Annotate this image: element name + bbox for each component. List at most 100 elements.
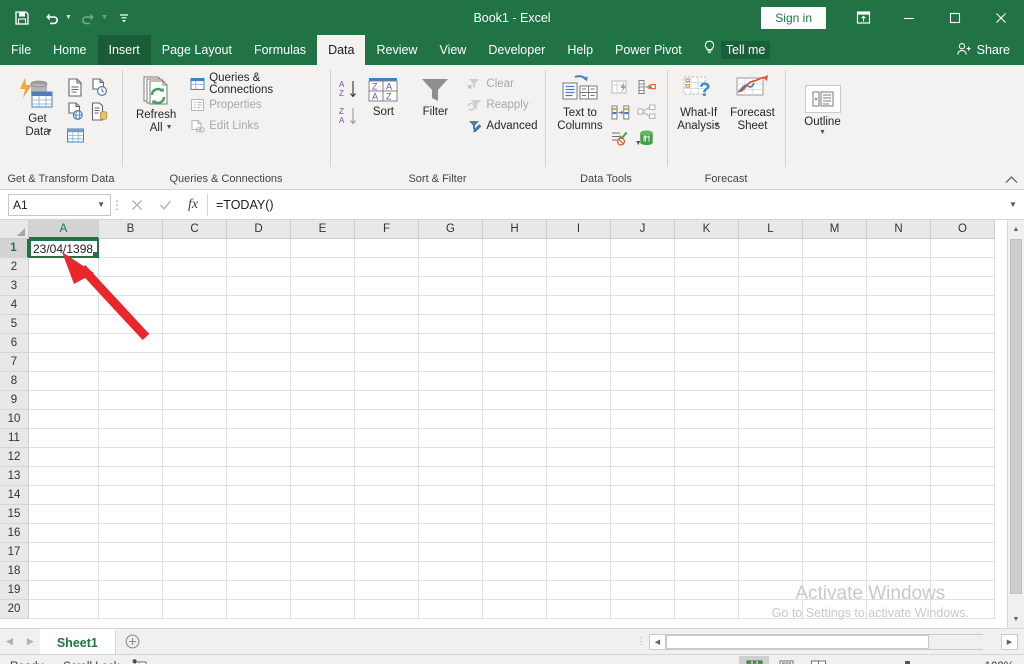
cell-h4[interactable] <box>483 296 547 315</box>
cell-a2[interactable] <box>29 258 99 277</box>
from-text-csv-icon[interactable] <box>64 75 88 99</box>
cell-c15[interactable] <box>163 505 227 524</box>
cell-i16[interactable] <box>547 524 611 543</box>
cell-j16[interactable] <box>611 524 675 543</box>
cell-n2[interactable] <box>867 258 931 277</box>
tab-data[interactable]: Data <box>317 35 366 65</box>
cell-f4[interactable] <box>355 296 419 315</box>
column-header-c[interactable]: C <box>163 220 227 239</box>
cell-i17[interactable] <box>547 543 611 562</box>
formula-input[interactable]: =TODAY() <box>207 193 1002 216</box>
cell-g6[interactable] <box>419 334 483 353</box>
cell-k1[interactable] <box>675 239 739 258</box>
row-header-4[interactable]: 4 <box>0 296 29 315</box>
cell-c11[interactable] <box>163 429 227 448</box>
refresh-all-button[interactable]: Refresh All ▼ <box>132 71 180 134</box>
cell-d4[interactable] <box>227 296 291 315</box>
cell-o6[interactable] <box>931 334 995 353</box>
cell-b6[interactable] <box>99 334 163 353</box>
cell-a8[interactable] <box>29 372 99 391</box>
cell-e4[interactable] <box>291 296 355 315</box>
cell-m20[interactable] <box>803 600 867 619</box>
cell-b13[interactable] <box>99 467 163 486</box>
cell-g13[interactable] <box>419 467 483 486</box>
cell-h2[interactable] <box>483 258 547 277</box>
cell-m9[interactable] <box>803 391 867 410</box>
cell-n9[interactable] <box>867 391 931 410</box>
ribbon-display-options-icon[interactable] <box>840 0 886 35</box>
cell-m1[interactable] <box>803 239 867 258</box>
customize-qat-icon[interactable] <box>110 5 138 31</box>
cell-g14[interactable] <box>419 486 483 505</box>
sign-in-button[interactable]: Sign in <box>761 6 826 29</box>
cell-h19[interactable] <box>483 581 547 600</box>
cell-o13[interactable] <box>931 467 995 486</box>
cell-a14[interactable] <box>29 486 99 505</box>
cell-f20[interactable] <box>355 600 419 619</box>
cell-j18[interactable] <box>611 562 675 581</box>
normal-view-button[interactable] <box>739 656 769 664</box>
cell-d8[interactable] <box>227 372 291 391</box>
tab-page-layout[interactable]: Page Layout <box>151 35 243 65</box>
cell-h11[interactable] <box>483 429 547 448</box>
zoom-out-icon[interactable]: − <box>842 660 852 664</box>
column-header-f[interactable]: F <box>355 220 419 239</box>
cell-c8[interactable] <box>163 372 227 391</box>
cell-d10[interactable] <box>227 410 291 429</box>
cell-o18[interactable] <box>931 562 995 581</box>
cell-n10[interactable] <box>867 410 931 429</box>
cell-j13[interactable] <box>611 467 675 486</box>
cell-i7[interactable] <box>547 353 611 372</box>
cell-b3[interactable] <box>99 277 163 296</box>
cell-n16[interactable] <box>867 524 931 543</box>
cell-o14[interactable] <box>931 486 995 505</box>
cell-a17[interactable] <box>29 543 99 562</box>
row-header-5[interactable]: 5 <box>0 315 29 334</box>
cell-g7[interactable] <box>419 353 483 372</box>
minimize-button[interactable] <box>886 0 932 35</box>
from-table-range-icon[interactable] <box>64 123 88 147</box>
cell-l18[interactable] <box>739 562 803 581</box>
cell-o4[interactable] <box>931 296 995 315</box>
tab-file[interactable]: File <box>0 35 42 65</box>
cell-g19[interactable] <box>419 581 483 600</box>
cell-b8[interactable] <box>99 372 163 391</box>
row-header-10[interactable]: 10 <box>0 410 29 429</box>
tab-formulas[interactable]: Formulas <box>243 35 317 65</box>
cell-k7[interactable] <box>675 353 739 372</box>
column-header-k[interactable]: K <box>675 220 739 239</box>
cell-b10[interactable] <box>99 410 163 429</box>
cell-f14[interactable] <box>355 486 419 505</box>
cell-c9[interactable] <box>163 391 227 410</box>
cell-h9[interactable] <box>483 391 547 410</box>
cell-o2[interactable] <box>931 258 995 277</box>
outline-button[interactable]: Outline ▼ <box>799 82 845 140</box>
vertical-scrollbar[interactable]: ▲ ▼ <box>1007 220 1024 628</box>
cell-d12[interactable] <box>227 448 291 467</box>
cell-j7[interactable] <box>611 353 675 372</box>
queries-and-connections-button[interactable]: Queries & Connections <box>186 72 324 96</box>
cell-a5[interactable] <box>29 315 99 334</box>
sheet-tab-sheet1[interactable]: Sheet1 <box>39 629 116 654</box>
cell-d17[interactable] <box>227 543 291 562</box>
cell-g1[interactable] <box>419 239 483 258</box>
close-button[interactable] <box>978 0 1024 35</box>
cell-k2[interactable] <box>675 258 739 277</box>
cell-c10[interactable] <box>163 410 227 429</box>
cell-n14[interactable] <box>867 486 931 505</box>
cell-i14[interactable] <box>547 486 611 505</box>
cell-g17[interactable] <box>419 543 483 562</box>
cell-c18[interactable] <box>163 562 227 581</box>
cell-j10[interactable] <box>611 410 675 429</box>
cell-m10[interactable] <box>803 410 867 429</box>
cell-m8[interactable] <box>803 372 867 391</box>
cell-d2[interactable] <box>227 258 291 277</box>
cell-h13[interactable] <box>483 467 547 486</box>
cell-o10[interactable] <box>931 410 995 429</box>
column-header-e[interactable]: E <box>291 220 355 239</box>
cell-h12[interactable] <box>483 448 547 467</box>
cell-f15[interactable] <box>355 505 419 524</box>
scroll-left-icon[interactable]: ◀ <box>649 633 666 650</box>
cell-n8[interactable] <box>867 372 931 391</box>
cell-j3[interactable] <box>611 277 675 296</box>
